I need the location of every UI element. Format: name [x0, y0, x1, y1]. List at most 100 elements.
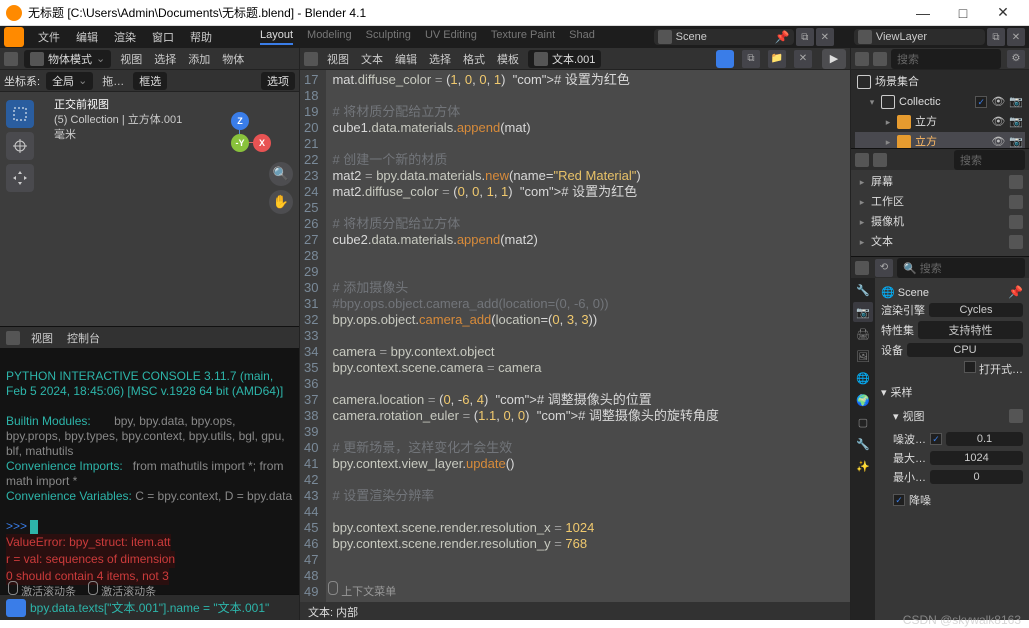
cursor-tool[interactable] — [6, 132, 34, 160]
text-editor-icon[interactable] — [304, 52, 318, 66]
tab-object[interactable]: ▢ — [853, 412, 873, 432]
txt-menu-view[interactable]: 视图 — [324, 51, 352, 67]
vp-menu-add[interactable]: 添加 — [185, 51, 213, 67]
feature-set-dropdown[interactable]: 支持特性 — [918, 321, 1023, 339]
pan-button[interactable]: ✋ — [269, 190, 293, 214]
maximize-button[interactable]: □ — [943, 5, 983, 21]
drag-opt[interactable]: 拖… — [99, 73, 127, 89]
tab-layout[interactable]: Layout — [260, 29, 293, 45]
tab-particle[interactable]: ✨ — [853, 456, 873, 476]
vp-menu-select[interactable]: 选择 — [151, 51, 179, 67]
tab-viewlayer[interactable]: 🖼 — [853, 346, 873, 366]
tab-output[interactable]: 🖨 — [853, 324, 873, 344]
console-editor-icon[interactable] — [6, 331, 20, 345]
data-list[interactable]: ▸屏幕 ▸工作区 ▸摄像机 ▸文本 — [851, 170, 1029, 256]
txt-menu-format[interactable]: 格式 — [460, 51, 488, 67]
text-editor[interactable]: 1718192021222324252627282930313233343536… — [300, 70, 850, 602]
list-icon[interactable] — [1009, 409, 1023, 423]
list-item[interactable]: ▸屏幕 — [855, 172, 1025, 192]
scene-collection-row[interactable]: 场景集合 — [855, 72, 1025, 92]
min-value[interactable]: 0 — [930, 470, 1023, 484]
props-search[interactable]: 🔍 搜索 — [897, 258, 1025, 278]
filter-button[interactable]: ⚙ — [1007, 50, 1025, 68]
max-value[interactable]: 1024 — [930, 451, 1023, 465]
txt-menu-select[interactable]: 选择 — [426, 51, 454, 67]
menu-file[interactable]: 文件 — [30, 29, 68, 45]
vp-menu-view[interactable]: 视图 — [117, 51, 145, 67]
txt-menu-template[interactable]: 模板 — [494, 51, 522, 67]
denoise-section[interactable]: 降噪 — [881, 488, 1023, 512]
noise-checkbox[interactable] — [930, 433, 942, 445]
list-item[interactable]: ▸文本 — [855, 232, 1025, 252]
text-unlink-button[interactable]: ✕ — [794, 50, 812, 68]
txt-menu-edit[interactable]: 编辑 — [392, 51, 420, 67]
menu-render[interactable]: 渲染 — [106, 29, 144, 45]
axis-y[interactable]: -Y — [231, 134, 249, 152]
axis-z[interactable]: Z — [231, 112, 249, 130]
sampling-section[interactable]: ▾ 采样 — [881, 380, 1023, 404]
tab-world[interactable]: 🌍 — [853, 390, 873, 410]
viewlayer-copy-button[interactable]: ⧉ — [987, 28, 1005, 46]
tab-scene[interactable]: 🌐 — [853, 368, 873, 388]
tab-texturepaint[interactable]: Texture Paint — [491, 29, 555, 45]
outliner-icon[interactable] — [855, 52, 869, 66]
nav-gizmo[interactable]: Z -Y X — [209, 112, 269, 172]
console-ctrl[interactable]: 控制台 — [64, 330, 103, 346]
menu-help[interactable]: 帮助 — [182, 29, 220, 45]
viewlayer-selector[interactable]: ViewLayer — [854, 29, 985, 45]
blender-icon[interactable] — [4, 27, 24, 47]
options-dropdown[interactable]: 选项 — [261, 72, 295, 90]
vp-menu-object[interactable]: 物体 — [219, 51, 247, 67]
collection-row[interactable]: ▾Collectic👁📷 — [855, 92, 1025, 112]
tab-uvediting[interactable]: UV Editing — [425, 29, 477, 45]
pin-icon[interactable]: 📌 — [1008, 285, 1023, 299]
text-new-button[interactable]: ⧉ — [742, 50, 760, 68]
open-checkbox[interactable] — [964, 361, 976, 373]
coord-dropdown[interactable]: 全局 ⌄ — [46, 72, 93, 90]
tab-sculpting[interactable]: Sculpting — [366, 29, 411, 45]
scene-delete-button[interactable]: ✕ — [816, 28, 834, 46]
camera-icon[interactable]: 📷 — [1009, 93, 1023, 111]
eye-icon[interactable]: 👁 — [991, 93, 1005, 111]
tab-tool[interactable]: 🔧 — [853, 280, 873, 300]
menu-edit[interactable]: 编辑 — [68, 29, 106, 45]
axis-x[interactable]: X — [253, 134, 271, 152]
txt-menu-text[interactable]: 文本 — [358, 51, 386, 67]
noise-value[interactable]: 0.1 — [946, 432, 1023, 446]
mode-dropdown[interactable]: 物体模式 ⌄ — [24, 50, 111, 68]
list-item[interactable]: ▸摄像机 — [855, 212, 1025, 232]
props-editor-icon[interactable] — [855, 153, 869, 167]
console-view[interactable]: 视图 — [28, 330, 56, 346]
render-engine-dropdown[interactable]: Cycles — [929, 303, 1023, 317]
cube-row[interactable]: ▸立方👁📷 — [855, 112, 1025, 132]
outliner-search[interactable]: 搜索 — [891, 49, 1001, 69]
scene-copy-button[interactable]: ⧉ — [796, 28, 814, 46]
props-search[interactable]: 搜索 — [954, 150, 1025, 170]
tab-modifier[interactable]: 🔧 — [853, 434, 873, 454]
select-tool[interactable] — [6, 100, 34, 128]
viewlayer-delete-button[interactable]: ✕ — [1007, 28, 1025, 46]
move-tool[interactable] — [6, 164, 34, 192]
pin-icon[interactable]: 📌 — [775, 30, 790, 44]
menu-window[interactable]: 窗口 — [144, 29, 182, 45]
tab-modeling[interactable]: Modeling — [307, 29, 352, 45]
text-block-selector[interactable]: 文本.001 — [528, 50, 601, 68]
list-item[interactable]: ▸工作区 — [855, 192, 1025, 212]
3d-viewport[interactable]: 正交前视图 (5) Collection | 立方体.001 毫米 Z -Y X… — [0, 92, 299, 326]
zoom-button[interactable]: 🔍 — [269, 162, 293, 186]
box-select[interactable]: 框选 — [133, 72, 167, 90]
outliner-tree[interactable]: 场景集合 ▾Collectic👁📷 ▸立方👁📷 ▸立方👁📷 — [851, 70, 1029, 148]
python-console[interactable]: PYTHON INTERACTIVE CONSOLE 3.11.7 (main,… — [0, 348, 299, 594]
code-area[interactable]: mat.diffuse_color = (1, 0, 0, 1) "com">#… — [326, 70, 724, 602]
minimize-button[interactable]: — — [903, 5, 943, 21]
props-editor-icon[interactable] — [855, 261, 869, 275]
device-dropdown[interactable]: CPU — [907, 343, 1023, 357]
run-script-button[interactable]: ▶ — [822, 49, 846, 69]
display-mode-icon[interactable] — [873, 52, 887, 66]
tab-render[interactable]: 📷 — [853, 302, 873, 322]
text-open-button[interactable]: 📁 — [768, 50, 786, 68]
close-button[interactable]: ✕ — [983, 4, 1023, 21]
checkbox[interactable] — [975, 96, 987, 108]
sampling-view-section[interactable]: ▾ 视图 — [881, 404, 1023, 428]
tab-shading[interactable]: Shad — [569, 29, 595, 45]
